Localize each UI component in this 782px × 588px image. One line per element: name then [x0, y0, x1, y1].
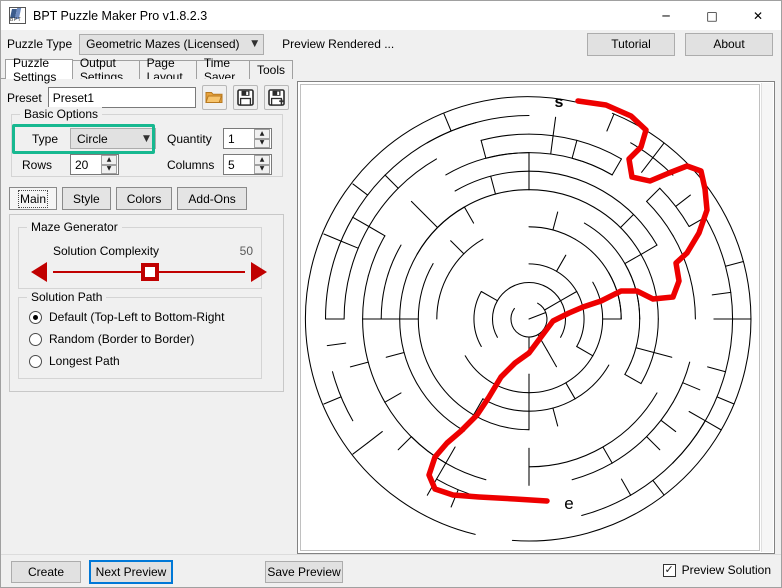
slider-decrease-arrow-icon[interactable]: [31, 262, 47, 282]
tab-tools[interactable]: Tools: [249, 60, 293, 79]
maze-generator-group: Maze Generator Solution Complexity 50: [18, 227, 262, 289]
columns-label: Columns: [167, 158, 214, 172]
solution-complexity-slider[interactable]: [31, 262, 267, 282]
solution-complexity-label: Solution Complexity: [53, 244, 159, 258]
solution-path-line: [429, 101, 707, 501]
bottom-action-bar: Create Next Preview Save Preview ✓ Previ…: [1, 554, 781, 587]
app-icon: BPT: [9, 7, 26, 24]
maze-walls: [305, 97, 751, 541]
settings-panel: Preset Preset1: [1, 79, 292, 554]
maximize-icon: □: [706, 10, 717, 22]
subtab-add-ons[interactable]: Add-Ons: [177, 187, 246, 210]
puzzle-type-label: Puzzle Type: [7, 37, 72, 51]
minimize-icon: ─: [662, 10, 669, 22]
columns-spin-buttons[interactable]: ▲ ▼: [254, 155, 270, 174]
next-preview-button[interactable]: Next Preview: [89, 560, 173, 584]
rows-spin-buttons[interactable]: ▲ ▼: [101, 155, 117, 174]
quantity-stepper[interactable]: 1 ▲ ▼: [223, 128, 272, 149]
title-bar: BPT BPT Puzzle Maker Pro v1.8.2.3 ─ □ ✕: [1, 1, 781, 31]
status-message: Preview Rendered ...: [282, 37, 394, 51]
maze-generator-legend: Maze Generator: [27, 220, 122, 234]
preview-solution-label: Preview Solution: [682, 563, 771, 577]
quantity-increment-icon[interactable]: ▲: [254, 129, 270, 139]
checkmark-icon: ✓: [665, 564, 674, 575]
top-button-group: Tutorial About: [587, 33, 781, 56]
radio-longest-path-icon[interactable]: [29, 355, 42, 368]
save-preset-button[interactable]: [233, 85, 258, 110]
preview-vertical-scrollbar[interactable]: [761, 83, 773, 552]
open-preset-button[interactable]: [202, 85, 227, 110]
tab-output-settings[interactable]: Output Settings: [72, 60, 140, 79]
rows-decrement-icon[interactable]: ▼: [101, 165, 117, 175]
save-preview-button[interactable]: Save Preview: [265, 561, 343, 583]
tab-page-layout[interactable]: Page Layout: [139, 60, 197, 79]
preview-panel[interactable]: s e: [297, 81, 775, 554]
radio-default-icon[interactable]: [29, 311, 42, 324]
create-button[interactable]: Create: [11, 561, 81, 583]
radio-random[interactable]: Random (Border to Border): [19, 328, 261, 350]
window-controls: ─ □ ✕: [643, 1, 781, 30]
maximize-button[interactable]: □: [689, 1, 735, 30]
subtab-style[interactable]: Style: [62, 187, 111, 210]
radio-random-label: Random (Border to Border): [49, 332, 194, 346]
main-settings-panel: Maze Generator Solution Complexity 50 So…: [9, 214, 284, 392]
solution-path-group: Solution Path Default (Top-Left to Botto…: [18, 297, 262, 379]
slider-increase-arrow-icon[interactable]: [251, 262, 267, 282]
radio-longest-path-label: Longest Path: [49, 354, 120, 368]
type-control-highlight: [12, 124, 155, 154]
quantity-label: Quantity: [167, 132, 212, 146]
rows-label: Rows: [22, 158, 52, 172]
quantity-value: 1: [224, 132, 254, 146]
slider-handle[interactable]: [141, 263, 159, 281]
tab-puzzle-settings[interactable]: Puzzle Settings: [5, 59, 73, 79]
circular-maze-render: s e: [301, 85, 760, 551]
save-icon: [237, 89, 254, 106]
solution-complexity-value: 50: [240, 244, 253, 258]
close-icon: ✕: [753, 10, 763, 22]
start-label: s: [555, 94, 564, 111]
radio-default-label: Default (Top-Left to Bottom-Right: [49, 310, 224, 324]
columns-value: 5: [224, 158, 254, 172]
sub-tab-strip: Main Style Colors Add-Ons: [9, 187, 247, 210]
preset-row: Preset Preset1: [1, 79, 292, 110]
save-preset-as-button[interactable]: [264, 85, 289, 110]
basic-options-legend: Basic Options: [20, 107, 102, 121]
radio-longest-path[interactable]: Longest Path: [19, 350, 261, 372]
minimize-button[interactable]: ─: [643, 1, 689, 30]
checkbox-box[interactable]: ✓: [663, 564, 676, 577]
end-label: e: [564, 494, 573, 513]
puzzle-type-row: Puzzle Type Geometric Mazes (Licensed) ▼…: [1, 31, 781, 57]
main-tab-strip: Puzzle Settings Output Settings Page Lay…: [1, 59, 292, 79]
columns-decrement-icon[interactable]: ▼: [254, 165, 270, 175]
rows-stepper[interactable]: 20 ▲ ▼: [70, 154, 119, 175]
window-title: BPT Puzzle Maker Pro v1.8.2.3: [33, 9, 207, 23]
preview-solution-checkbox[interactable]: ✓ Preview Solution: [663, 563, 771, 577]
subtab-main[interactable]: Main: [9, 187, 57, 210]
tutorial-button[interactable]: Tutorial: [587, 33, 675, 56]
quantity-decrement-icon[interactable]: ▼: [254, 139, 270, 149]
preset-label: Preset: [7, 91, 42, 105]
rows-increment-icon[interactable]: ▲: [101, 155, 117, 165]
about-button[interactable]: About: [685, 33, 773, 56]
radio-default[interactable]: Default (Top-Left to Bottom-Right: [19, 306, 261, 328]
quantity-spin-buttons[interactable]: ▲ ▼: [254, 129, 270, 148]
tab-time-saver[interactable]: Time Saver: [196, 60, 250, 79]
columns-increment-icon[interactable]: ▲: [254, 155, 270, 165]
application-window: BPT BPT Puzzle Maker Pro v1.8.2.3 ─ □ ✕ …: [0, 0, 782, 588]
save-as-icon: [268, 89, 285, 106]
radio-random-icon[interactable]: [29, 333, 42, 346]
rows-value: 20: [71, 158, 101, 172]
puzzle-type-dropdown[interactable]: Geometric Mazes (Licensed) ▼: [79, 34, 264, 55]
subtab-colors[interactable]: Colors: [116, 187, 173, 210]
close-button[interactable]: ✕: [735, 1, 781, 30]
puzzle-type-value: Geometric Mazes (Licensed): [80, 37, 246, 51]
folder-open-icon: [205, 90, 223, 105]
preview-canvas[interactable]: s e: [300, 84, 760, 551]
solution-path-legend: Solution Path: [27, 290, 106, 304]
subtab-main-label: Main: [20, 192, 46, 206]
preset-input[interactable]: Preset1: [48, 87, 196, 108]
chevron-down-icon: ▼: [246, 39, 263, 49]
columns-stepper[interactable]: 5 ▲ ▼: [223, 154, 272, 175]
